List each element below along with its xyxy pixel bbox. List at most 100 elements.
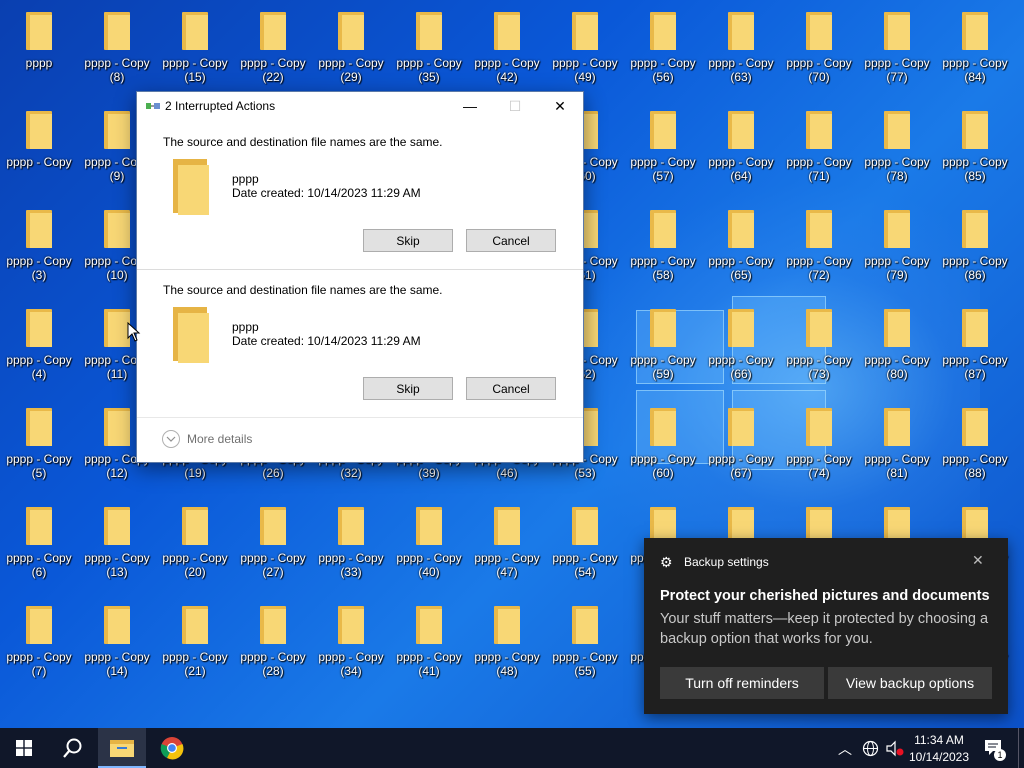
skip-button[interactable]: Skip [363, 377, 453, 400]
desktop-folder-icon[interactable]: pppp - Copy (67) [702, 400, 780, 492]
desktop-folder-icon[interactable]: pppp - Copy (64) [702, 103, 780, 195]
desktop-folder-icon[interactable]: pppp - Copy (86) [936, 202, 1014, 294]
desktop-folder-icon[interactable]: pppp - Copy (88) [936, 400, 1014, 492]
desktop-folder-icon[interactable]: pppp - Copy (21) [156, 598, 234, 690]
desktop-folder-icon[interactable]: pppp - Copy (33) [312, 499, 390, 591]
maximize-button[interactable]: ☐ [492, 92, 538, 122]
desktop-folder-icon[interactable]: pppp - Copy (60) [624, 400, 702, 492]
turn-off-reminders-button[interactable]: Turn off reminders [660, 667, 824, 699]
desktop-icon-label: pppp - Copy (86) [942, 254, 1008, 282]
divider [137, 269, 583, 270]
desktop-icon-label: pppp - Copy (84) [942, 56, 1008, 84]
cancel-button[interactable]: Cancel [466, 229, 556, 252]
desktop-folder-icon[interactable]: pppp - Copy (79) [858, 202, 936, 294]
desktop-folder-icon[interactable]: pppp - Copy (78) [858, 103, 936, 195]
minimize-button[interactable]: — [447, 92, 493, 122]
desktop-folder-icon[interactable]: pppp - Copy (63) [702, 4, 780, 96]
chevron-down-icon[interactable] [162, 430, 180, 448]
desktop-folder-icon[interactable]: pppp - Copy (40) [390, 499, 468, 591]
desktop-folder-icon[interactable]: pppp - Copy (22) [234, 4, 312, 96]
clock-date[interactable]: 10/14/2023 [908, 750, 970, 764]
folder-icon [182, 12, 208, 50]
desktop-folder-icon[interactable]: pppp - Copy (55) [546, 598, 624, 690]
start-button[interactable] [0, 728, 48, 768]
desktop-folder-icon[interactable]: pppp - Copy (8) [78, 4, 156, 96]
desktop-folder-icon[interactable]: pppp - Copy (74) [780, 400, 858, 492]
taskbar-chrome[interactable] [148, 728, 196, 768]
desktop-icon-label: pppp - Copy (27) [240, 551, 306, 579]
folder-icon [260, 606, 286, 644]
more-details-link[interactable]: More details [187, 432, 252, 446]
desktop-folder-icon[interactable]: pppp - Copy (57) [624, 103, 702, 195]
show-hidden-icons-chevron-icon[interactable]: ︿ [838, 739, 852, 759]
desktop-folder-icon[interactable]: pppp - Copy (54) [546, 499, 624, 591]
desktop-folder-icon[interactable]: pppp - Copy (87) [936, 301, 1014, 393]
folder-icon [338, 507, 364, 545]
folder-icon [416, 507, 442, 545]
desktop-folder-icon[interactable]: pppp - Copy (14) [78, 598, 156, 690]
desktop-folder-icon[interactable]: pppp - Copy (5) [0, 400, 78, 492]
desktop-folder-icon[interactable]: pppp - Copy [0, 103, 78, 195]
folder-icon [728, 12, 754, 50]
desktop-folder-icon[interactable]: pppp - Copy (41) [390, 598, 468, 690]
volume-muted-icon[interactable] [886, 740, 904, 757]
desktop-folder-icon[interactable]: pppp - Copy (3) [0, 202, 78, 294]
desktop-folder-icon[interactable]: pppp - Copy (49) [546, 4, 624, 96]
desktop-folder-icon[interactable]: pppp - Copy (20) [156, 499, 234, 591]
cancel-button[interactable]: Cancel [466, 377, 556, 400]
dialog-title: 2 Interrupted Actions [165, 99, 276, 113]
dialog-footer: More details [137, 417, 583, 463]
desktop-folder-icon[interactable]: pppp - Copy (77) [858, 4, 936, 96]
network-globe-icon[interactable] [862, 740, 879, 757]
desktop-icon-label: pppp - Copy (48) [474, 650, 540, 678]
desktop-icon-label: pppp - Copy (77) [864, 56, 930, 84]
toast-app-name: Backup settings [684, 555, 769, 569]
folder-icon [884, 210, 910, 248]
desktop-folder-icon[interactable]: pppp - Copy (73) [780, 301, 858, 393]
dialog-titlebar[interactable]: 2 Interrupted Actions — ☐ ✕ [137, 92, 583, 122]
view-backup-options-button[interactable]: View backup options [828, 667, 992, 699]
desktop-folder-icon[interactable]: pppp - Copy (71) [780, 103, 858, 195]
desktop-folder-icon[interactable]: pppp - Copy (4) [0, 301, 78, 393]
desktop-folder-icon[interactable]: pppp - Copy (42) [468, 4, 546, 96]
desktop-folder-icon[interactable]: pppp - Copy (81) [858, 400, 936, 492]
desktop-folder-icon[interactable]: pppp - Copy (28) [234, 598, 312, 690]
desktop-folder-icon[interactable]: pppp - Copy (35) [390, 4, 468, 96]
close-button[interactable]: ✕ [537, 92, 583, 122]
folder-icon [728, 408, 754, 446]
desktop-folder-icon[interactable]: pppp - Copy (84) [936, 4, 1014, 96]
desktop-icon-label: pppp - Copy (88) [942, 452, 1008, 480]
desktop-folder-icon[interactable]: pppp [0, 4, 78, 96]
taskbar-file-explorer[interactable] [98, 728, 146, 768]
desktop-folder-icon[interactable]: pppp - Copy (56) [624, 4, 702, 96]
file-date-created: Date created: 10/14/2023 11:29 AM [232, 334, 421, 348]
clock-time[interactable]: 11:34 AM [908, 733, 970, 747]
desktop-folder-icon[interactable]: pppp - Copy (65) [702, 202, 780, 294]
toast-close-button[interactable]: ✕ [972, 552, 984, 569]
show-desktop-button[interactable] [1018, 728, 1024, 768]
desktop-icon-label: pppp - Copy (14) [84, 650, 150, 678]
desktop-folder-icon[interactable]: pppp - Copy (72) [780, 202, 858, 294]
desktop-folder-icon[interactable]: pppp - Copy (34) [312, 598, 390, 690]
desktop-folder-icon[interactable]: pppp - Copy (58) [624, 202, 702, 294]
desktop-icon-label: pppp - Copy (80) [864, 353, 930, 381]
conflict-message: The source and destination file names ar… [163, 283, 443, 297]
desktop-folder-icon[interactable]: pppp - Copy (70) [780, 4, 858, 96]
desktop-folder-icon[interactable]: pppp - Copy (7) [0, 598, 78, 690]
desktop-folder-icon[interactable]: pppp - Copy (48) [468, 598, 546, 690]
desktop-folder-icon[interactable]: pppp - Copy (85) [936, 103, 1014, 195]
desktop-folder-icon[interactable]: pppp - Copy (59) [624, 301, 702, 393]
desktop-folder-icon[interactable]: pppp - Copy (15) [156, 4, 234, 96]
folder-icon [494, 12, 520, 50]
folder-icon [26, 606, 52, 644]
search-button[interactable] [48, 728, 96, 768]
desktop-folder-icon[interactable]: pppp - Copy (66) [702, 301, 780, 393]
folder-icon [104, 507, 130, 545]
desktop-folder-icon[interactable]: pppp - Copy (13) [78, 499, 156, 591]
desktop-folder-icon[interactable]: pppp - Copy (27) [234, 499, 312, 591]
desktop-folder-icon[interactable]: pppp - Copy (6) [0, 499, 78, 591]
desktop-folder-icon[interactable]: pppp - Copy (80) [858, 301, 936, 393]
desktop-folder-icon[interactable]: pppp - Copy (47) [468, 499, 546, 591]
desktop-folder-icon[interactable]: pppp - Copy (29) [312, 4, 390, 96]
skip-button[interactable]: Skip [363, 229, 453, 252]
